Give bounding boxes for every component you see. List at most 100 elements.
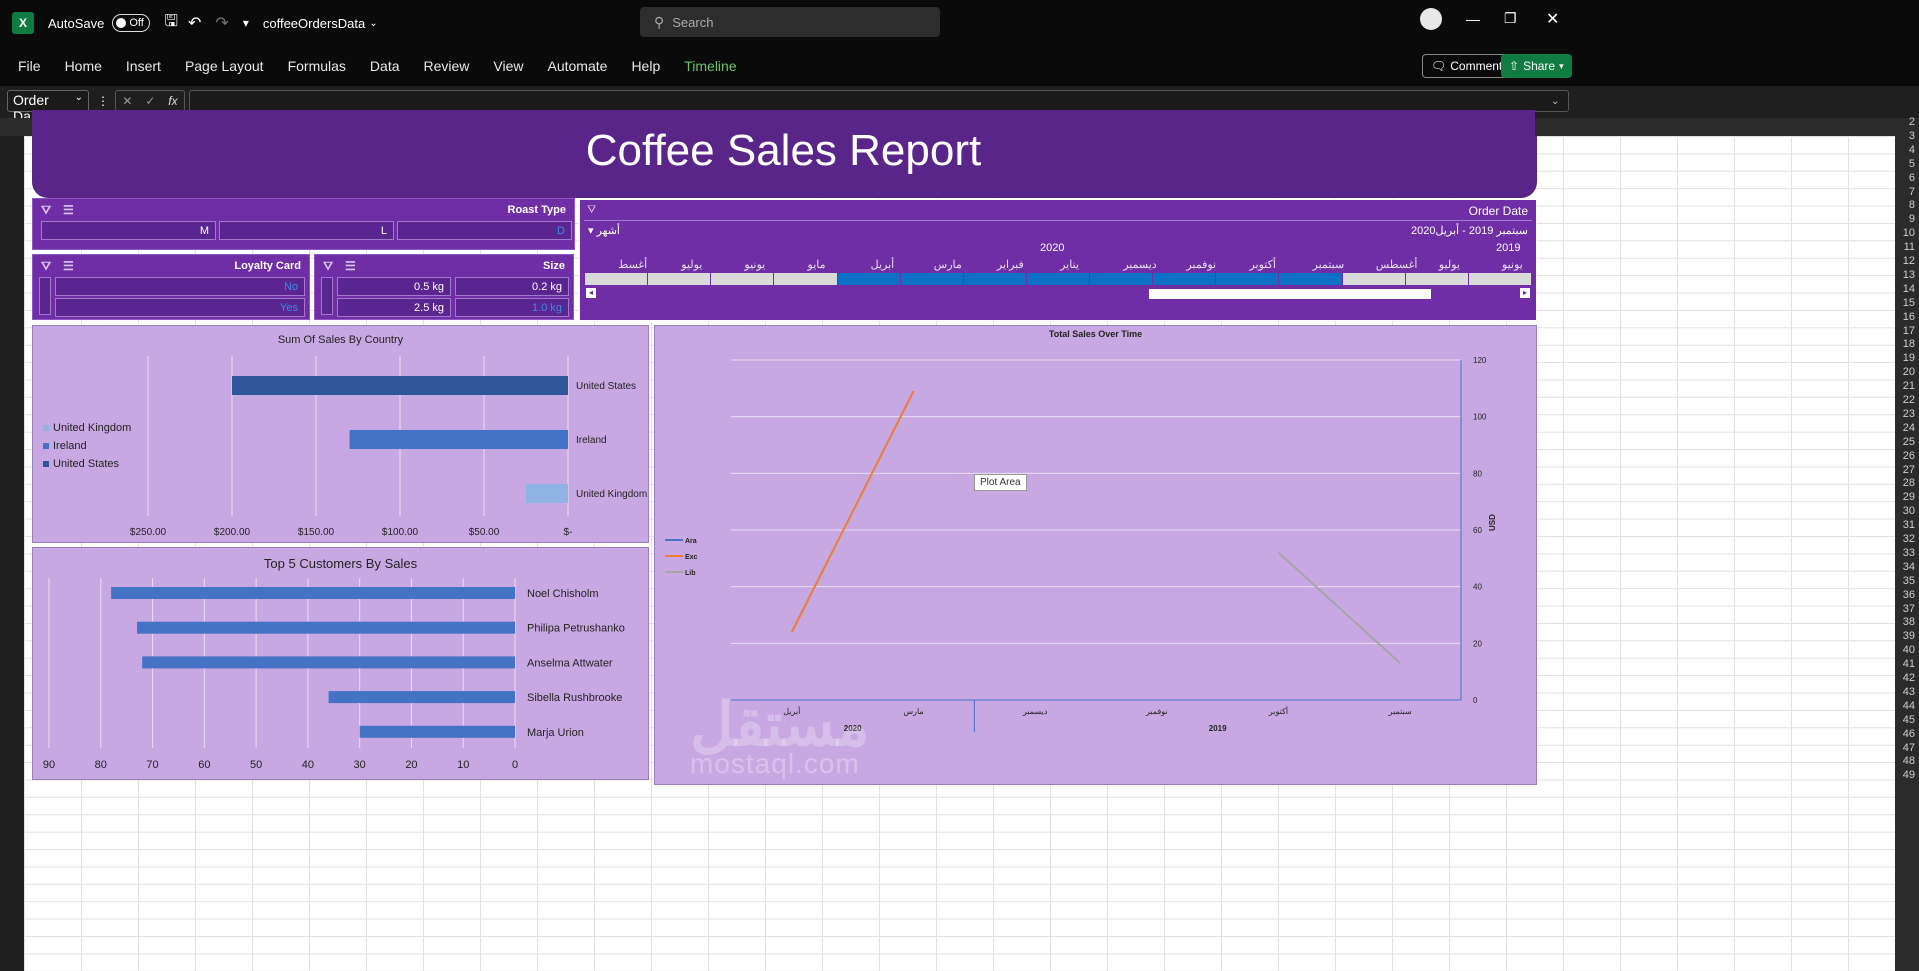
cancel-icon[interactable]: ✕ [122,94,132,108]
row-header[interactable]: 30 [1903,505,1915,517]
slicer-scrollbar[interactable] [39,277,51,315]
tab-home[interactable]: Home [53,58,114,74]
timeline-pin-icon[interactable]: ⛛ [587,204,596,217]
save-icon[interactable]: 🖫 [164,10,178,37]
row-header[interactable]: 32 [1903,533,1915,545]
row-header[interactable]: 13 [1903,269,1915,281]
row-header[interactable]: 35 [1903,575,1915,587]
row-header[interactable]: 38 [1903,616,1915,628]
row-header[interactable]: 27 [1903,464,1915,476]
row-header[interactable]: 8 [1909,199,1915,211]
formula-input[interactable] [189,90,1569,112]
scroll-left-icon[interactable]: ◂ [586,288,596,298]
filter-icon[interactable]: ⛛ [41,203,51,218]
timeline-month-cell[interactable] [1279,273,1342,285]
row-header[interactable]: 6 [1909,172,1915,184]
row-header[interactable]: 18 [1903,338,1915,350]
timeline-month-cell[interactable] [711,273,774,285]
row-header[interactable]: 46 [1903,728,1915,740]
timeline-scrollbar[interactable]: ◂ ▸ [586,288,1530,300]
timeline-month-cell[interactable] [774,273,837,285]
row-header[interactable]: 31 [1903,519,1915,531]
autosave-toggle[interactable]: Off [112,14,151,32]
more-icon[interactable]: ⋮ [97,94,109,108]
scroll-right-icon[interactable]: ▸ [1520,288,1530,298]
avatar[interactable] [1420,8,1442,30]
tab-page-layout[interactable]: Page Layout [173,58,276,74]
redo-icon[interactable]: ↷ [215,13,228,33]
filename[interactable]: coffeeOrdersData [263,16,365,31]
timeline-month-cell[interactable] [1216,273,1279,285]
customize-icon[interactable]: ▾ [243,16,249,30]
roast-l-button[interactable]: L [219,221,394,240]
tab-formulas[interactable]: Formulas [276,58,358,74]
loyalty-yes-button[interactable]: Yes [55,298,305,317]
timeline-month-cell[interactable] [1026,273,1090,285]
timeline-month-cell[interactable] [1090,273,1153,285]
row-header[interactable]: 20 [1903,366,1915,378]
multi-select-icon[interactable]: ☰ [63,203,74,217]
row-header[interactable]: 19 [1903,352,1915,364]
tab-timeline[interactable]: Timeline [672,58,748,74]
tab-review[interactable]: Review [412,58,482,74]
row-header[interactable]: 34 [1903,561,1915,573]
timeline-month-cell[interactable] [1153,273,1216,285]
row-header[interactable]: 47 [1903,742,1915,754]
row-header[interactable]: 36 [1903,589,1915,601]
row-header[interactable]: 39 [1903,630,1915,642]
search-box[interactable]: ⚲ Search [640,7,940,37]
loyalty-no-button[interactable]: No [55,277,305,296]
row-header[interactable]: 42 [1903,672,1915,684]
tab-automate[interactable]: Automate [536,58,620,74]
roast-m-button[interactable]: M [41,221,216,240]
row-header[interactable]: 12 [1903,255,1915,267]
row-header[interactable]: 44 [1903,700,1915,712]
row-header[interactable]: 9 [1909,213,1915,225]
order-date-timeline[interactable]: ⛛ Order Date سبتمبر 2019 - أبريل2020 ▾ أ… [579,199,1537,321]
timeline-month-cell[interactable] [837,273,900,285]
row-header[interactable]: 7 [1909,186,1915,198]
size-25-button[interactable]: 2.5 kg [337,298,451,317]
tab-view[interactable]: View [481,58,535,74]
row-header[interactable]: 45 [1903,714,1915,726]
size-10-button[interactable]: 1.0 kg [455,298,569,317]
function-icon[interactable]: fx [168,94,177,108]
row-header[interactable]: 43 [1903,686,1915,698]
tab-help[interactable]: Help [619,58,672,74]
row-header[interactable]: 33 [1903,547,1915,559]
timeline-month-cell[interactable] [648,273,711,285]
timeline-month-cell[interactable] [585,273,648,285]
row-header[interactable]: 16 [1903,311,1915,323]
multi-select-icon[interactable]: ☰ [345,259,356,273]
filter-icon[interactable]: ⛛ [323,259,333,274]
multi-select-icon[interactable]: ☰ [63,259,74,273]
restore-icon[interactable]: ❐ [1504,10,1517,27]
size-05-button[interactable]: 0.5 kg [337,277,451,296]
scroll-thumb[interactable] [1149,289,1431,299]
size-02-button[interactable]: 0.2 kg [455,277,569,296]
timeline-month-cell[interactable] [900,273,963,285]
row-header[interactable]: 15 [1903,297,1915,309]
row-header[interactable]: 11 [1904,241,1915,253]
row-header[interactable]: 21 [1903,380,1915,392]
timeline-month-cell[interactable] [1468,273,1531,285]
row-header[interactable]: 22 [1903,394,1915,406]
row-header[interactable]: 14 [1903,283,1915,295]
row-header[interactable]: 17 [1903,325,1915,337]
timeline-month-cell[interactable] [963,273,1026,285]
roast-d-button[interactable]: D [397,221,572,240]
minimize-icon[interactable]: — [1466,11,1480,27]
close-icon[interactable]: ✕ [1546,9,1559,29]
row-header[interactable]: 5 [1909,158,1915,170]
row-header[interactable]: 23 [1903,408,1915,420]
expand-icon[interactable]: ⌄ [1551,96,1559,107]
row-header[interactable]: 40 [1903,644,1915,656]
row-header[interactable]: 48 [1903,755,1915,767]
row-header[interactable]: 24 [1903,422,1915,434]
top-customers-chart[interactable]: Top 5 Customers By Sales 90 80 70 60 50 40 30 2… [32,547,649,780]
row-header[interactable]: 28 [1903,477,1915,489]
tab-insert[interactable]: Insert [114,58,173,74]
name-box[interactable]: Order Da... ⌄ [7,90,89,124]
row-header[interactable]: 37 [1903,603,1915,615]
enter-icon[interactable]: ✓ [145,94,155,108]
